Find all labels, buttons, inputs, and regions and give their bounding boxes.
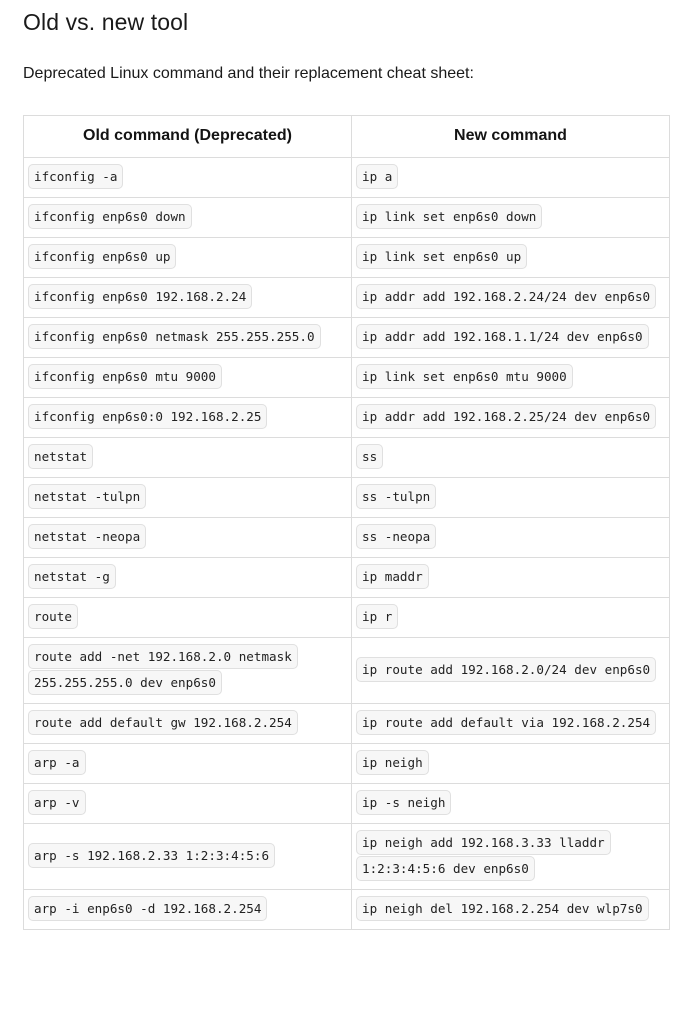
- table-row: netstat -neopa ss -neopa: [23, 517, 670, 558]
- cell-new-command: ss: [351, 437, 670, 478]
- new-command-code: ip a: [356, 164, 399, 189]
- new-command-code: ss -neopa: [356, 524, 437, 549]
- table-row: arp -i enp6s0 -d 192.168.2.254 ip neigh d…: [23, 889, 670, 930]
- old-command-code: arp -a: [28, 750, 86, 775]
- cell-new-command: ip route add default via 192.168.2.254: [351, 703, 670, 744]
- table-row: arp -a ip neigh: [23, 743, 670, 784]
- old-command-code: arp -i enp6s0 -d 192.168.2.254: [28, 896, 268, 921]
- old-command-code: netstat -g: [28, 564, 116, 589]
- table-row: netstat -g ip maddr: [23, 557, 670, 598]
- cell-new-command: ip link set enp6s0 up: [351, 237, 670, 278]
- cell-old-command: route add -net 192.168.2.0 netmask 255.2…: [23, 637, 352, 704]
- table-row: netstat ss: [23, 437, 670, 478]
- column-header-old-command: Old command (Deprecated): [23, 115, 352, 158]
- old-command-code: ifconfig enp6s0 down: [28, 204, 192, 229]
- new-command-code: ip link set enp6s0 mtu 9000: [356, 364, 573, 389]
- table-row: ifconfig enp6s0 192.168.2.24 ip addr add …: [23, 277, 670, 318]
- cell-old-command: netstat -neopa: [23, 517, 352, 558]
- new-command-code: ip route add 192.168.2.0/24 dev enp6s0: [356, 657, 657, 682]
- table-row: route ip r: [23, 597, 670, 638]
- cell-old-command: ifconfig enp6s0:0 192.168.2.25: [23, 397, 352, 438]
- cell-old-command: arp -i enp6s0 -d 192.168.2.254: [23, 889, 352, 930]
- old-command-code: arp -s 192.168.2.33 1:2:3:4:5:6: [28, 843, 276, 868]
- table-row: ifconfig enp6s0 mtu 9000 ip link set enp6…: [23, 357, 670, 398]
- table-row: arp -v ip -s neigh: [23, 783, 670, 824]
- cell-old-command: arp -s 192.168.2.33 1:2:3:4:5:6: [23, 823, 352, 890]
- new-command-code: ip -s neigh: [356, 790, 452, 815]
- new-command-code: ss: [356, 444, 384, 469]
- page-title: Old vs. new tool: [23, 9, 189, 35]
- new-command-code: ip maddr: [356, 564, 429, 589]
- old-command-code: route add -net 192.168.2.0 netmask 255.2…: [28, 644, 298, 695]
- cell-new-command: ip neigh add 192.168.3.33 lladdr 1:2:3:4…: [351, 823, 670, 890]
- old-command-code: ifconfig enp6s0 netmask 255.255.255.0: [28, 324, 321, 349]
- old-command-code: ifconfig -a: [28, 164, 124, 189]
- column-header-new-command: New command: [351, 115, 670, 158]
- new-command-code: ss -tulpn: [356, 484, 437, 509]
- old-command-code: netstat -tulpn: [28, 484, 147, 509]
- table-row: route add -net 192.168.2.0 netmask 255.2…: [23, 637, 670, 704]
- cell-new-command: ip addr add 192.168.1.1/24 dev enp6s0: [351, 317, 670, 358]
- old-command-code: ifconfig enp6s0 up: [28, 244, 177, 269]
- table-row: arp -s 192.168.2.33 1:2:3:4:5:6 ip neigh …: [23, 823, 670, 890]
- cell-old-command: ifconfig enp6s0 netmask 255.255.255.0: [23, 317, 352, 358]
- old-command-code: netstat -neopa: [28, 524, 147, 549]
- cell-new-command: ip -s neigh: [351, 783, 670, 824]
- cell-old-command: ifconfig enp6s0 mtu 9000: [23, 357, 352, 398]
- new-command-code: ip neigh: [356, 750, 429, 775]
- old-command-code: route: [28, 604, 78, 629]
- table-row: ifconfig enp6s0:0 192.168.2.25 ip addr ad…: [23, 397, 670, 438]
- cell-old-command: arp -a: [23, 743, 352, 784]
- cell-old-command: netstat -tulpn: [23, 477, 352, 518]
- new-command-code: ip addr add 192.168.2.25/24 dev enp6s0: [356, 404, 657, 429]
- command-cheatsheet-table: Old command (Deprecated) New command ifc…: [23, 115, 670, 930]
- new-command-code: ip addr add 192.168.1.1/24 dev enp6s0: [356, 324, 649, 349]
- table-row: ifconfig enp6s0 netmask 255.255.255.0 ip …: [23, 317, 670, 358]
- cell-new-command: ip link set enp6s0 down: [351, 197, 670, 238]
- cell-old-command: route add default gw 192.168.2.254: [23, 703, 352, 744]
- table-row: route add default gw 192.168.2.254 ip rou…: [23, 703, 670, 744]
- old-command-code: netstat: [28, 444, 94, 469]
- cell-old-command: ifconfig enp6s0 192.168.2.24: [23, 277, 352, 318]
- cell-new-command: ss -tulpn: [351, 477, 670, 518]
- cell-new-command: ip r: [351, 597, 670, 638]
- table-row: netstat -tulpn ss -tulpn: [23, 477, 670, 518]
- table-header: Old command (Deprecated) New command: [23, 115, 670, 158]
- table-row: ifconfig enp6s0 down ip link set enp6s0 d…: [23, 197, 670, 238]
- table-body: ifconfig -a ip a ifconfig enp6s0 down ip li…: [23, 157, 670, 930]
- page-container: Old vs. new tool Deprecated Linux comman…: [0, 8, 692, 930]
- table-row: ifconfig enp6s0 up ip link set enp6s0 up: [23, 237, 670, 278]
- cell-new-command: ip link set enp6s0 mtu 9000: [351, 357, 670, 398]
- cell-old-command: ifconfig -a: [23, 157, 352, 198]
- cell-new-command: ip addr add 192.168.2.25/24 dev enp6s0: [351, 397, 670, 438]
- cell-old-command: arp -v: [23, 783, 352, 824]
- table-header-row: Old command (Deprecated) New command: [23, 115, 670, 158]
- cell-new-command: ip a: [351, 157, 670, 198]
- intro-paragraph: Deprecated Linux command and their repla…: [23, 65, 474, 82]
- new-command-code: ip link set enp6s0 down: [356, 204, 543, 229]
- old-command-code: arp -v: [28, 790, 86, 815]
- cell-old-command: route: [23, 597, 352, 638]
- cell-new-command: ip route add 192.168.2.0/24 dev enp6s0: [351, 637, 670, 704]
- new-command-code: ip route add default via 192.168.2.254: [356, 710, 657, 735]
- cell-old-command: ifconfig enp6s0 up: [23, 237, 352, 278]
- old-command-code: ifconfig enp6s0 mtu 9000: [28, 364, 222, 389]
- new-command-code: ip r: [356, 604, 399, 629]
- cell-new-command: ip neigh: [351, 743, 670, 784]
- new-command-code: ip neigh del 192.168.2.254 dev wlp7s0: [356, 896, 649, 921]
- table-row: ifconfig -a ip a: [23, 157, 670, 198]
- cell-new-command: ip neigh del 192.168.2.254 dev wlp7s0: [351, 889, 670, 930]
- cell-new-command: ip maddr: [351, 557, 670, 598]
- old-command-code: ifconfig enp6s0:0 192.168.2.25: [28, 404, 268, 429]
- cell-new-command: ip addr add 192.168.2.24/24 dev enp6s0: [351, 277, 670, 318]
- new-command-code: ip neigh add 192.168.3.33 lladdr 1:2:3:4…: [356, 830, 611, 881]
- new-command-code: ip link set enp6s0 up: [356, 244, 528, 269]
- cell-old-command: netstat: [23, 437, 352, 478]
- cell-new-command: ss -neopa: [351, 517, 670, 558]
- cell-old-command: netstat -g: [23, 557, 352, 598]
- cell-old-command: ifconfig enp6s0 down: [23, 197, 352, 238]
- new-command-code: ip addr add 192.168.2.24/24 dev enp6s0: [356, 284, 657, 309]
- old-command-code: route add default gw 192.168.2.254: [28, 710, 298, 735]
- old-command-code: ifconfig enp6s0 192.168.2.24: [28, 284, 253, 309]
